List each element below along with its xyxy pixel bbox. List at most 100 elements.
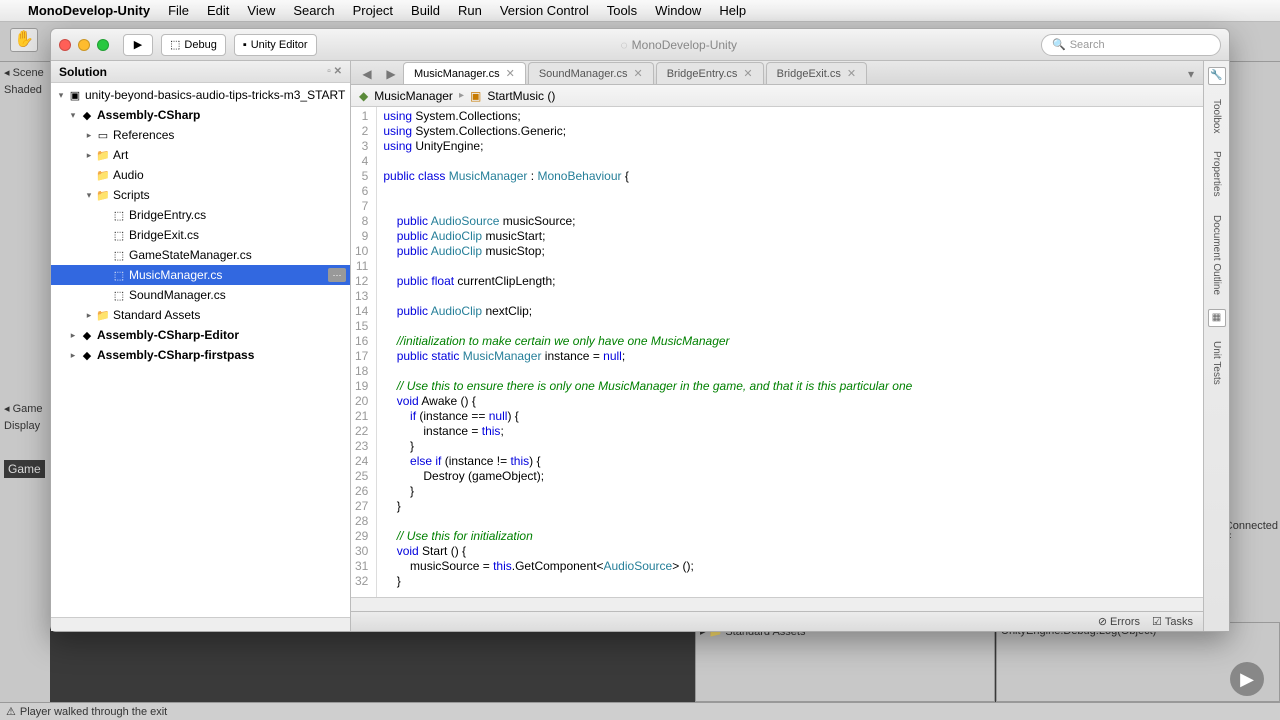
tree-item[interactable]: ▸◆Assembly-CSharp-Editor <box>51 325 350 345</box>
mac-menubar[interactable]: MonoDevelop-Unity File Edit View Search … <box>0 0 1280 22</box>
solution-scrollbar[interactable] <box>51 617 350 631</box>
menu-help[interactable]: Help <box>719 3 746 18</box>
editor-tab[interactable]: MusicManager.cs✕ <box>403 62 526 84</box>
tree-item[interactable]: ⬚BridgeExit.cs <box>51 225 350 245</box>
close-tab-icon[interactable]: ✕ <box>847 67 856 80</box>
unity-play-button-icon[interactable]: ▶ <box>1230 662 1264 696</box>
tree-item[interactable]: ⬚GameStateManager.cs <box>51 245 350 265</box>
titlebar-title: ◌MonoDevelop-Unity <box>325 38 1033 52</box>
chevron-right-icon: ▸ <box>459 90 464 101</box>
tasks-icon: ☑ <box>1152 615 1162 628</box>
solution-header[interactable]: Solution ▫ ✕ <box>51 61 350 83</box>
tasks-tab[interactable]: ☑Tasks <box>1152 615 1193 628</box>
editor-area: ◀ ▶ MusicManager.cs✕SoundManager.cs✕Brid… <box>351 61 1203 631</box>
method-icon: ▣ <box>470 89 481 103</box>
menu-view[interactable]: View <box>247 3 275 18</box>
solution-panel: Solution ▫ ✕ ▾▣unity-beyond-basics-audio… <box>51 61 351 631</box>
tree-item-icon: ◆ <box>79 349 95 362</box>
tree-item[interactable]: ▸📁Art <box>51 145 350 165</box>
unit-tests-tab[interactable]: Unit Tests <box>1211 337 1222 389</box>
menu-tools[interactable]: Tools <box>607 3 637 18</box>
breadcrumb-member[interactable]: StartMusic () <box>487 89 555 103</box>
target-select[interactable]: ▪Unity Editor <box>234 34 317 56</box>
editor-tab[interactable]: BridgeEntry.cs✕ <box>656 62 764 84</box>
unit-tests-icon[interactable]: ▦ <box>1208 309 1226 327</box>
menu-search[interactable]: Search <box>293 3 334 18</box>
breadcrumb[interactable]: ◆ MusicManager ▸ ▣ StartMusic () <box>351 85 1203 107</box>
tree-item-icon: ⬚ <box>111 249 127 262</box>
unity-project-folder[interactable]: ▸ 📁 Standard Assets <box>695 622 995 702</box>
tree-item[interactable]: ⬚BridgeEntry.cs <box>51 205 350 225</box>
line-gutter: 1234567891011121314151617181920212223242… <box>351 107 377 597</box>
editor-tabstrip[interactable]: ◀ ▶ MusicManager.cs✕SoundManager.cs✕Brid… <box>351 61 1203 85</box>
menu-build[interactable]: Build <box>411 3 440 18</box>
configuration-select[interactable]: ⬚Debug <box>161 34 226 56</box>
tree-item[interactable]: ⬚SoundManager.cs <box>51 285 350 305</box>
unity-scene-tab[interactable]: ◂ Scene <box>4 66 44 79</box>
toolbox-icon[interactable]: 🔧 <box>1208 67 1226 85</box>
document-outline-tab[interactable]: Document Outline <box>1211 211 1222 299</box>
menu-edit[interactable]: Edit <box>207 3 229 18</box>
nav-back-icon[interactable]: ◀ <box>355 64 379 84</box>
warning-icon: ⚠ <box>6 705 16 718</box>
tab-overflow-icon[interactable]: ▾ <box>1179 64 1203 84</box>
unity-game-label: Game <box>4 460 45 478</box>
menu-file[interactable]: File <box>168 3 189 18</box>
unity-left-panel: ◂ Scene Shaded ◂ Game Display Game <box>0 62 50 720</box>
run-button[interactable]: ▶ <box>123 34 153 56</box>
editor-tab[interactable]: SoundManager.cs✕ <box>528 62 654 84</box>
zoom-window-icon[interactable] <box>97 39 109 51</box>
unity-display-dropdown[interactable]: Display <box>4 420 40 432</box>
minimize-window-icon[interactable] <box>78 39 90 51</box>
tree-item-icon: ⬚ <box>111 209 127 222</box>
error-icon: ⊘ <box>1098 615 1107 628</box>
unity-hand-tool-icon[interactable]: ✋ <box>10 28 38 52</box>
close-tab-icon[interactable]: ✕ <box>633 67 642 80</box>
spinner-icon: ◌ <box>621 38 628 52</box>
close-tab-icon[interactable]: ✕ <box>743 67 752 80</box>
tree-item[interactable]: ▾📁Scripts <box>51 185 350 205</box>
editor-scrollbar[interactable] <box>351 597 1203 611</box>
code-content[interactable]: using System.Collections;using System.Co… <box>377 107 912 597</box>
search-icon: 🔍 <box>1052 38 1066 51</box>
window-titlebar[interactable]: ▶ ⬚Debug ▪Unity Editor ◌MonoDevelop-Unit… <box>51 29 1229 61</box>
menu-window[interactable]: Window <box>655 3 701 18</box>
unity-game-tab[interactable]: ◂ Game <box>4 402 43 415</box>
unity-shaded-dropdown[interactable]: Shaded <box>4 84 42 96</box>
tree-item-icon: 📁 <box>95 169 111 182</box>
tree-item[interactable]: 📁Audio <box>51 165 350 185</box>
active-file-badge: ⋯ <box>328 268 346 282</box>
tree-item[interactable]: ⬚MusicManager.cs⋯ <box>51 265 350 285</box>
toolbox-tab[interactable]: Toolbox <box>1211 95 1222 137</box>
search-input[interactable]: 🔍Search <box>1041 34 1221 56</box>
tree-item[interactable]: ▾◆Assembly-CSharp <box>51 105 350 125</box>
panel-controls[interactable]: ▫ ✕ <box>327 66 342 77</box>
tree-item-icon: 📁 <box>95 149 111 162</box>
tree-item-icon: ◆ <box>79 329 95 342</box>
properties-tab[interactable]: Properties <box>1211 147 1222 201</box>
code-editor[interactable]: 1234567891011121314151617181920212223242… <box>351 107 1203 597</box>
close-window-icon[interactable] <box>59 39 71 51</box>
solution-tree[interactable]: ▾▣unity-beyond-basics-audio-tips-tricks-… <box>51 83 350 617</box>
nav-forward-icon[interactable]: ▶ <box>379 64 403 84</box>
tree-item[interactable]: ▸▭References <box>51 125 350 145</box>
tree-item-icon: ▭ <box>95 129 111 142</box>
tree-item[interactable]: ▸◆Assembly-CSharp-firstpass <box>51 345 350 365</box>
editor-tab[interactable]: BridgeExit.cs✕ <box>766 62 867 84</box>
menu-version-control[interactable]: Version Control <box>500 3 589 18</box>
solution-root[interactable]: ▾▣unity-beyond-basics-audio-tips-tricks-… <box>51 85 350 105</box>
errors-tab[interactable]: ⊘Errors <box>1098 615 1140 628</box>
menu-project[interactable]: Project <box>353 3 393 18</box>
breadcrumb-class[interactable]: MusicManager <box>374 89 453 103</box>
monodevelop-window: ▶ ⬚Debug ▪Unity Editor ◌MonoDevelop-Unit… <box>50 28 1230 632</box>
app-name[interactable]: MonoDevelop-Unity <box>28 3 150 18</box>
close-tab-icon[interactable]: ✕ <box>506 67 515 80</box>
tree-item-icon: ⬚ <box>111 289 127 302</box>
bug-icon: ⬚ <box>170 38 180 51</box>
tree-item[interactable]: ▸📁Standard Assets <box>51 305 350 325</box>
target-icon: ▪ <box>243 39 247 51</box>
unity-connected-label: Connected F <box>1225 520 1278 544</box>
menu-run[interactable]: Run <box>458 3 482 18</box>
unity-status-message: Player walked through the exit <box>20 706 167 718</box>
tree-item-icon: ⬚ <box>111 269 127 282</box>
